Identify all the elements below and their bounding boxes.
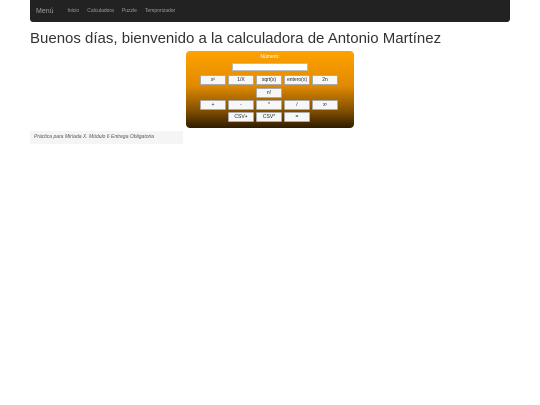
inverse-button[interactable]: 1/X <box>228 75 254 85</box>
nav-link-inicio[interactable]: Inicio <box>68 8 80 14</box>
nav-link-puzzle[interactable]: Puzzle <box>122 8 137 14</box>
navbar-brand[interactable]: Menú <box>36 8 54 15</box>
footer-note: Práctica para Miríada X. Módulo 6 Entreg… <box>30 131 183 144</box>
top-navbar: Menú Inicio Calculadora Puzzle Temporiza… <box>30 0 510 22</box>
power-of-two-button[interactable]: 2n <box>312 75 338 85</box>
csv-multiply-button[interactable]: CSV* <box>256 112 282 122</box>
integer-button[interactable]: entero(x) <box>284 75 310 85</box>
divide-button[interactable]: / <box>284 100 310 110</box>
sqrt-button[interactable]: sqrt(x) <box>256 75 282 85</box>
nav-link-calculadora[interactable]: Calculadora <box>87 8 114 14</box>
page-title: Buenos días, bienvenido a la calculadora… <box>30 30 442 47</box>
subtract-button[interactable]: - <box>228 100 254 110</box>
number-input[interactable] <box>232 63 308 71</box>
csv-sum-button[interactable]: CSV+ <box>228 112 254 122</box>
equals-button[interactable]: = <box>284 112 310 122</box>
calculator-panel: Número: x² 1/X sqrt(x) entero(x) 2n n! +… <box>186 51 354 128</box>
factorial-button[interactable]: n! <box>256 88 282 98</box>
add-button[interactable]: + <box>200 100 226 110</box>
power-button[interactable]: xʸ <box>312 100 338 110</box>
square-button[interactable]: x² <box>200 75 226 85</box>
nav-link-temporizador[interactable]: Temporizador <box>145 8 175 14</box>
multiply-button[interactable]: * <box>256 100 282 110</box>
number-label: Número: <box>260 54 280 60</box>
